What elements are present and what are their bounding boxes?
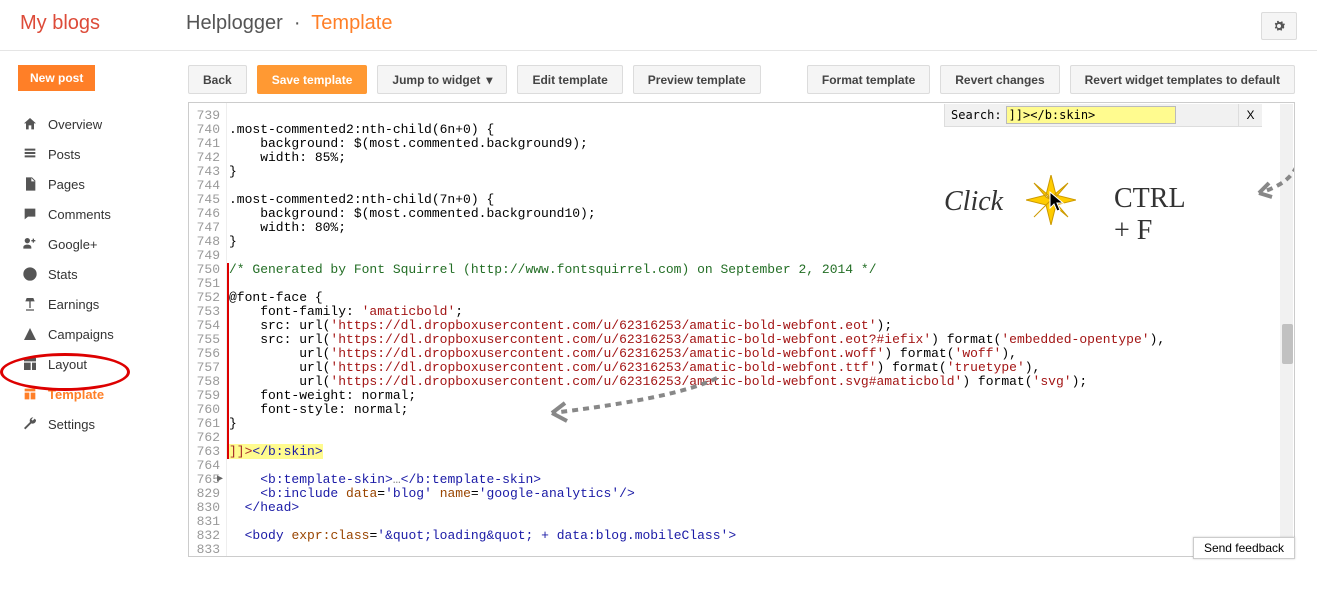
search-input[interactable] <box>1006 106 1176 124</box>
format-template-button[interactable]: Format template <box>807 65 930 94</box>
revert-widgets-button[interactable]: Revert widget templates to default <box>1070 65 1295 94</box>
editor-search-bar: Search: X <box>944 104 1262 127</box>
code-content[interactable]: .most-commented2:nth-child(6n+0) { backg… <box>227 103 1294 556</box>
sidebar-item-comments[interactable]: Comments <box>18 199 170 229</box>
save-template-button[interactable]: Save template <box>257 65 368 94</box>
wrench-icon <box>18 416 42 432</box>
editor-scrollbar[interactable] <box>1280 104 1293 556</box>
sidebar-item-label: Overview <box>48 117 102 132</box>
line-number-gutter: 7397407417427437447457467477487497507517… <box>189 103 227 556</box>
campaigns-icon <box>18 326 42 342</box>
sidebar-item-layout[interactable]: Layout <box>18 349 170 379</box>
settings-gear-button[interactable] <box>1261 12 1297 40</box>
scrollbar-thumb[interactable] <box>1282 324 1293 364</box>
sidebar-item-label: Pages <box>48 177 85 192</box>
sidebar-item-label: Layout <box>48 357 87 372</box>
send-feedback-button[interactable]: Send feedback <box>1193 537 1295 559</box>
edit-template-button[interactable]: Edit template <box>517 65 622 94</box>
googleplus-icon <box>18 236 42 252</box>
my-blogs-link[interactable]: My blogs <box>20 12 186 35</box>
blog-name[interactable]: Helplogger <box>186 12 283 34</box>
sidebar-item-label: Comments <box>48 207 111 222</box>
sidebar-item-pages[interactable]: Pages <box>18 169 170 199</box>
sidebar-item-label: Earnings <box>48 297 99 312</box>
template-code-editor[interactable]: 7397407417427437447457467477487497507517… <box>188 102 1295 557</box>
sidebar-item-label: Template <box>48 387 104 402</box>
section-title: Template <box>311 12 392 34</box>
sidebar-item-earnings[interactable]: Earnings <box>18 289 170 319</box>
search-label: Search: <box>945 108 1006 122</box>
revert-changes-button[interactable]: Revert changes <box>940 65 1059 94</box>
sidebar-item-label: Stats <box>48 267 78 282</box>
sidebar-item-overview[interactable]: Overview <box>18 109 170 139</box>
new-post-button[interactable]: New post <box>18 65 95 91</box>
search-close-button[interactable]: X <box>1238 104 1262 127</box>
sidebar-item-stats[interactable]: Stats <box>18 259 170 289</box>
template-icon <box>18 386 42 402</box>
gear-icon <box>1271 18 1287 34</box>
sidebar-item-label: Settings <box>48 417 95 432</box>
sidebar-item-label: Google+ <box>48 237 98 252</box>
jump-to-widget-dropdown[interactable]: Jump to widget ▾ <box>377 65 507 94</box>
chevron-down-icon: ▾ <box>486 73 492 87</box>
home-icon <box>18 116 42 132</box>
comments-icon <box>18 206 42 222</box>
posts-icon <box>18 146 42 162</box>
sidebar-item-campaigns[interactable]: Campaigns <box>18 319 170 349</box>
earnings-icon <box>18 296 42 312</box>
layout-icon <box>18 356 42 372</box>
pages-icon <box>18 176 42 192</box>
back-button[interactable]: Back <box>188 65 247 94</box>
breadcrumb: Helplogger · Template <box>186 12 1261 35</box>
sidebar-item-googleplus[interactable]: Google+ <box>18 229 170 259</box>
sidebar-item-template[interactable]: Template <box>18 379 170 409</box>
stats-icon <box>18 266 42 282</box>
sidebar-item-settings[interactable]: Settings <box>18 409 170 439</box>
preview-template-button[interactable]: Preview template <box>633 65 761 94</box>
sidebar-item-posts[interactable]: Posts <box>18 139 170 169</box>
sidebar-item-label: Campaigns <box>48 327 114 342</box>
sidebar-item-label: Posts <box>48 147 81 162</box>
